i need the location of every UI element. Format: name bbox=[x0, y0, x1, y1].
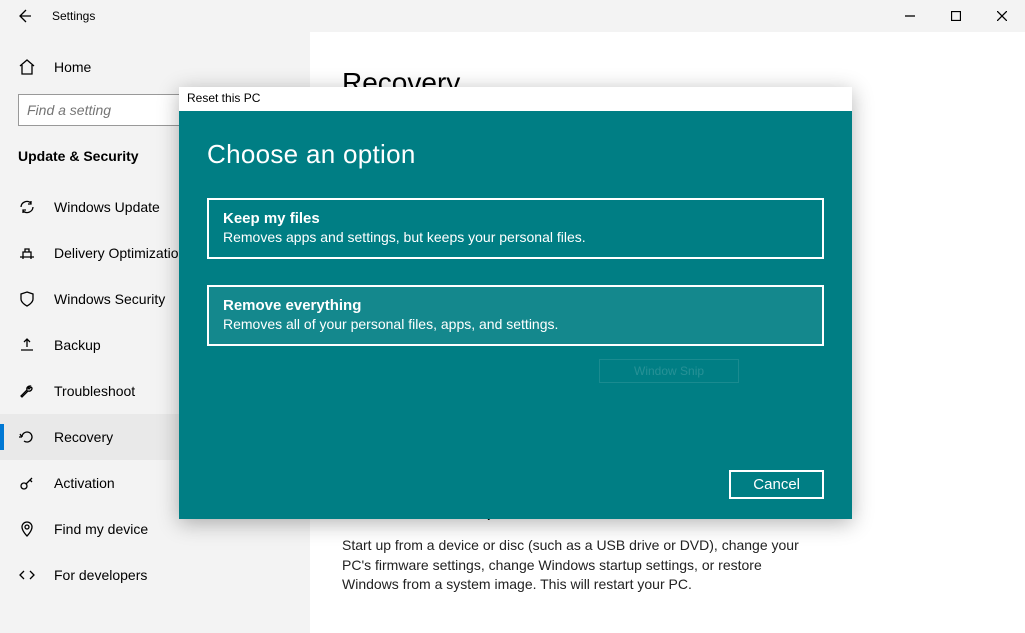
dialog-body: Choose an option Keep my files Removes a… bbox=[179, 111, 852, 519]
cancel-button[interactable]: Cancel bbox=[729, 470, 824, 499]
option-desc: Removes apps and settings, but keeps you… bbox=[223, 229, 808, 245]
sidebar-item-label: Find my device bbox=[54, 521, 148, 537]
key-icon bbox=[18, 474, 36, 492]
option-title: Remove everything bbox=[223, 297, 808, 314]
sidebar-item-label: Delivery Optimization bbox=[54, 245, 186, 261]
maximize-button[interactable] bbox=[933, 0, 979, 32]
sidebar-item-for-developers[interactable]: For developers bbox=[0, 552, 310, 598]
sidebar-item-label: Troubleshoot bbox=[54, 383, 135, 399]
nav-home-label: Home bbox=[54, 59, 91, 75]
option-title: Keep my files bbox=[223, 210, 808, 227]
location-icon bbox=[18, 520, 36, 538]
window-titlebar: Settings bbox=[0, 0, 1025, 32]
sidebar-item-label: Backup bbox=[54, 337, 101, 353]
shield-icon bbox=[18, 290, 36, 308]
sidebar-item-label: Windows Update bbox=[54, 199, 160, 215]
option-desc: Removes all of your personal files, apps… bbox=[223, 316, 808, 332]
minimize-button[interactable] bbox=[887, 0, 933, 32]
window-controls bbox=[887, 0, 1025, 32]
option-remove-everything[interactable]: Remove everything Removes all of your pe… bbox=[207, 285, 824, 346]
close-button[interactable] bbox=[979, 0, 1025, 32]
sidebar-item-label: For developers bbox=[54, 567, 147, 583]
window-snip-ghost: Window Snip bbox=[599, 359, 739, 383]
maximize-icon bbox=[951, 11, 961, 21]
dialog-title: Reset this PC bbox=[179, 87, 852, 111]
sidebar-item-label: Activation bbox=[54, 475, 115, 491]
backup-icon bbox=[18, 336, 36, 354]
close-icon bbox=[997, 11, 1007, 21]
option-keep-my-files[interactable]: Keep my files Removes apps and settings,… bbox=[207, 198, 824, 259]
wrench-icon bbox=[18, 382, 36, 400]
sync-icon bbox=[18, 198, 36, 216]
arrow-left-icon bbox=[16, 8, 32, 24]
dialog-heading: Choose an option bbox=[207, 139, 824, 170]
delivery-icon bbox=[18, 244, 36, 262]
code-icon bbox=[18, 566, 36, 584]
window-title: Settings bbox=[52, 9, 95, 23]
back-button[interactable] bbox=[0, 0, 48, 32]
sidebar-item-label: Recovery bbox=[54, 429, 113, 445]
sidebar-item-label: Windows Security bbox=[54, 291, 165, 307]
advanced-startup-body: Start up from a device or disc (such as … bbox=[342, 536, 802, 595]
minimize-icon bbox=[905, 11, 915, 21]
recovery-icon bbox=[18, 428, 36, 446]
reset-pc-dialog: Reset this PC Choose an option Keep my f… bbox=[179, 87, 852, 519]
home-icon bbox=[18, 58, 36, 76]
